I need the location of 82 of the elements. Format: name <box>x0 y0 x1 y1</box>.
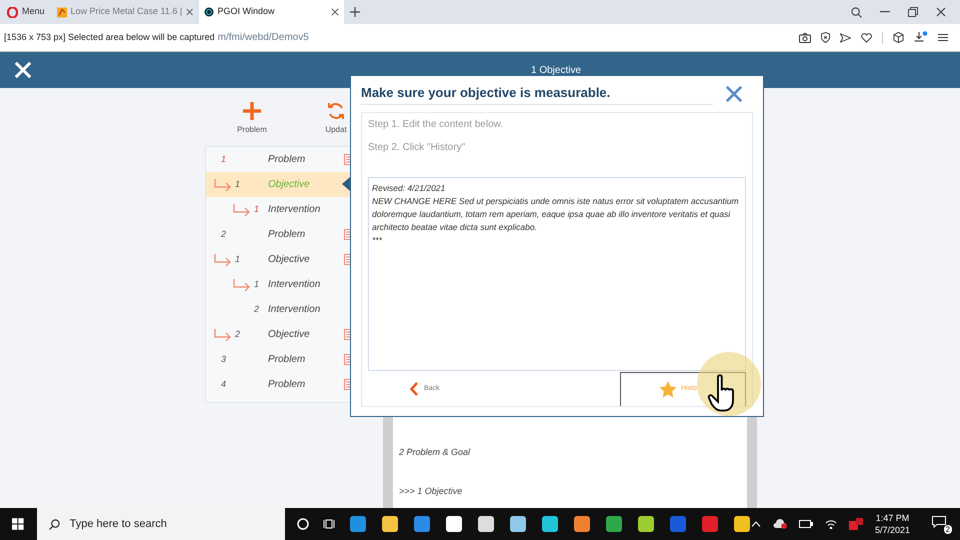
content-field[interactable] <box>368 177 746 371</box>
item-label: Intervention <box>268 303 320 317</box>
download-icon[interactable] <box>914 31 928 44</box>
content-text: NEW CHANGE HERE Sed ut perspiciatis unde omnis iste natus error sit voluptatem accusantium doloremque laudantium, totam rem aperiam, eaque ipsa quae ab illo inventore veritatis et quasi architecto beatae vitae dicta sunt explicabo. <box>372 195 740 234</box>
item-number: 2 <box>254 302 260 316</box>
item-label: Intervention <box>268 203 320 217</box>
item-number: 1 <box>221 152 226 166</box>
app-icon[interactable] <box>444 515 463 533</box>
tab-close-icon[interactable] <box>330 8 339 16</box>
toolbar-button[interactable]: Problem <box>230 102 274 136</box>
item-number: 1 <box>254 278 260 291</box>
camera-icon[interactable] <box>799 32 811 42</box>
item-number: 1 <box>235 252 240 266</box>
close-icon[interactable] <box>725 85 743 103</box>
item-number: 1 <box>235 178 240 191</box>
step-text: Step 2. Click "History" <box>368 141 466 155</box>
dropbox-icon[interactable] <box>848 518 863 530</box>
cortana-icon[interactable] <box>296 518 309 530</box>
restore-icon[interactable] <box>908 7 918 17</box>
app-icon[interactable] <box>604 515 623 533</box>
task-view-icon[interactable] <box>322 518 335 530</box>
item-label: Objective <box>268 328 310 342</box>
refresh-icon <box>327 102 345 120</box>
cube-icon[interactable] <box>893 32 904 43</box>
chevron-up-icon[interactable] <box>750 521 761 527</box>
browser-tab[interactable]: PGOI Window <box>198 0 344 24</box>
notification-count: 2 <box>944 525 952 534</box>
item-number: 4 <box>221 378 226 391</box>
new-tab-icon[interactable] <box>350 7 360 17</box>
item-number: 2 <box>235 328 240 341</box>
history-entry: >>> 1 Objective <box>399 484 464 498</box>
step-text: Step 1. Edit the content below. <box>368 118 504 132</box>
settings-icon[interactable] <box>938 33 948 42</box>
app-icon[interactable] <box>540 515 559 533</box>
taskbar-search-field[interactable]: Type here to search <box>36 508 285 540</box>
shield-icon[interactable] <box>821 32 830 43</box>
item-label: Intervention <box>268 278 320 292</box>
search-icon[interactable] <box>851 6 862 18</box>
opera-logo-icon <box>7 6 18 18</box>
window-close-icon[interactable] <box>936 7 946 17</box>
clock-date: 5/7/2021 <box>874 524 910 536</box>
chat-bubble-icon <box>932 516 946 528</box>
app-icon[interactable] <box>508 515 527 533</box>
site-icon <box>56 6 67 18</box>
app-icon[interactable] <box>636 515 655 533</box>
search-icon <box>48 518 60 530</box>
opera-menu-button[interactable]: Menu <box>0 0 52 24</box>
item-number: 1 <box>254 202 260 216</box>
header-title: 1 Objective <box>531 64 582 78</box>
url-text[interactable]: m/fmi/webd/Demov5 <box>218 30 309 45</box>
app-icon[interactable] <box>476 515 495 533</box>
item-label: Problem <box>268 353 306 367</box>
item-label: Objective <box>268 253 310 267</box>
app-icon[interactable] <box>380 515 399 533</box>
heart-icon[interactable] <box>861 32 872 42</box>
plus-icon <box>243 102 261 120</box>
notification-button[interactable]: 2 <box>932 516 950 532</box>
item-label: Objective <box>268 178 310 192</box>
site-icon <box>204 7 214 17</box>
item-label: Problem <box>268 378 306 392</box>
content-text: *** <box>372 234 383 247</box>
chevron-left-icon <box>410 382 418 396</box>
minimize-icon[interactable] <box>880 11 890 13</box>
capture-notice: [1536 x 753 px] Selected area below will be captured <box>4 30 215 44</box>
history-entry: 2 Problem & Goal <box>399 446 472 459</box>
item-label: Problem <box>268 228 306 242</box>
star-icon <box>659 381 677 398</box>
app-icon[interactable] <box>572 515 591 533</box>
windows-start-icon[interactable] <box>12 518 24 530</box>
item-number: 2 <box>221 228 226 241</box>
tree-row[interactable]: 1 Intervention <box>206 272 379 297</box>
wifi-icon[interactable] <box>824 519 837 529</box>
tab-close-icon[interactable] <box>186 8 194 16</box>
app-icon[interactable] <box>732 515 751 533</box>
item-label: Problem <box>268 153 306 167</box>
cloud-icon[interactable] <box>772 519 787 529</box>
clock-time: 1:47 PM <box>876 512 910 524</box>
send-icon[interactable] <box>840 32 851 42</box>
toolbar-button[interactable]: Updat <box>314 102 358 136</box>
battery-icon[interactable] <box>798 520 813 528</box>
item-number: 3 <box>221 352 226 366</box>
dialog-title: Make sure your objective is measurable. <box>361 82 713 106</box>
